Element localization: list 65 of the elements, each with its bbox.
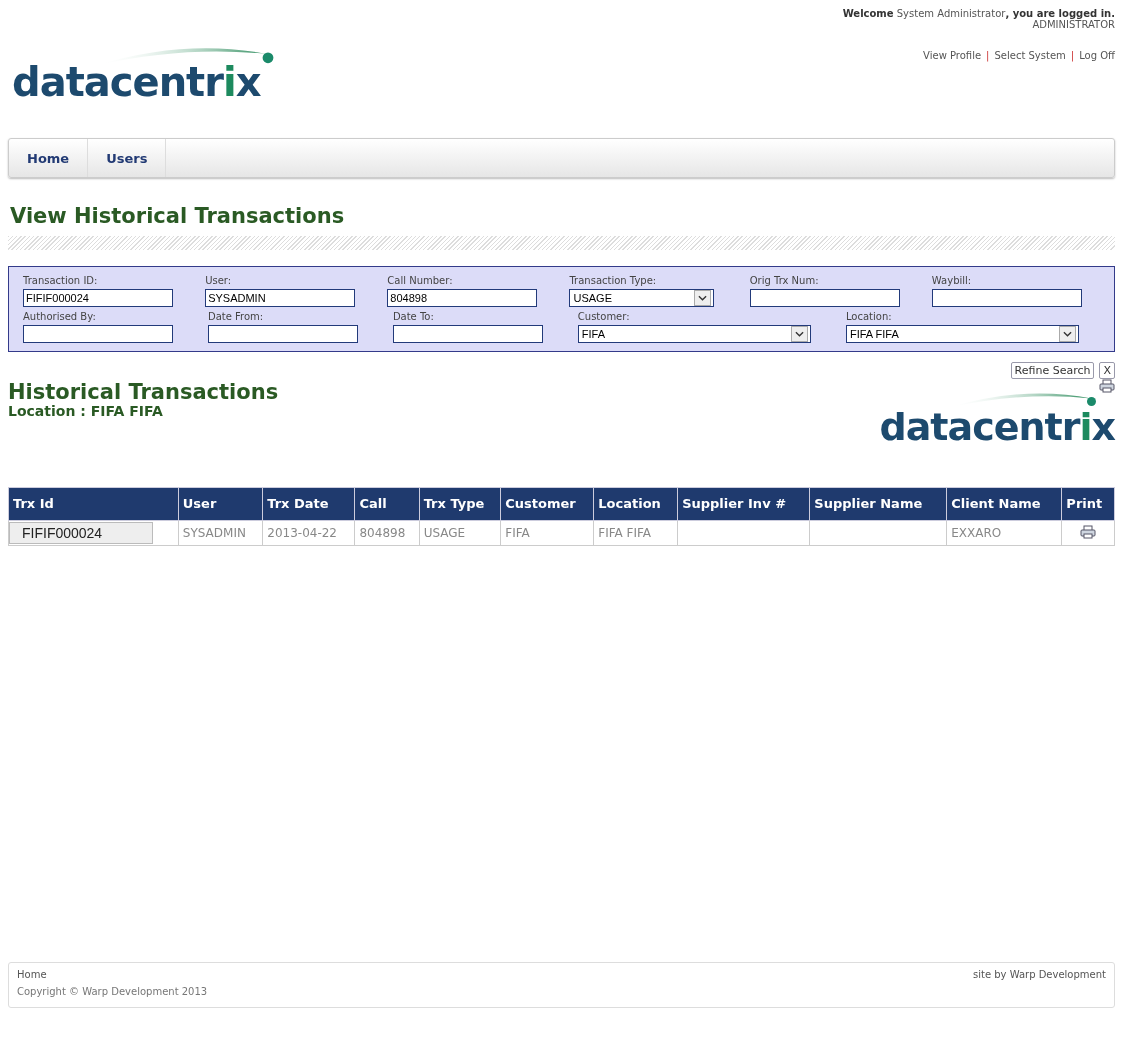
table-cell: EXXARO: [946, 520, 1062, 546]
field-label: Customer:: [577, 311, 631, 322]
table-cell: FIFA FIFA: [593, 520, 678, 546]
logo: datacentrix: [12, 60, 261, 104]
field-label: Orig Trx Num:: [749, 275, 820, 286]
caret-icon: [694, 290, 712, 306]
field-label: Date From:: [207, 311, 265, 322]
results-title: Historical Transactions: [8, 381, 279, 403]
table-cell: USAGE: [419, 520, 501, 546]
input-field[interactable]: FIFIF000024: [23, 289, 173, 307]
column-header: Customer: [500, 487, 594, 521]
print-icon[interactable]: [1080, 524, 1097, 539]
table-cell: 804898: [355, 520, 420, 546]
column-header: Trx Date: [262, 487, 355, 521]
column-header: User: [178, 487, 263, 521]
input-field[interactable]: SYSADMIN: [205, 289, 356, 307]
input-field[interactable]: [749, 289, 900, 307]
link-separator: |: [986, 50, 990, 61]
credit-text: site by Warp Development: [972, 969, 1106, 982]
field-label: Date To:: [392, 311, 435, 322]
input-field[interactable]: [931, 289, 1082, 307]
column-header: Client Name: [946, 487, 1062, 521]
field-label: Location:: [845, 311, 893, 322]
field-label: Waybill:: [931, 275, 973, 286]
header-link[interactable]: View Profile: [923, 50, 982, 61]
input-field[interactable]: 804898: [387, 289, 538, 307]
search-button[interactable]: X: [1099, 362, 1115, 379]
header-link[interactable]: Select System: [994, 50, 1066, 61]
input-field[interactable]: [207, 325, 358, 343]
dropdown[interactable]: FIFA FIFA: [845, 325, 1079, 343]
dropdown[interactable]: FIFA: [577, 325, 811, 343]
role-label: ADMINISTRATOR: [1032, 19, 1115, 30]
nav-item[interactable]: Home: [9, 139, 89, 177]
header-link[interactable]: Log Off: [1079, 50, 1115, 61]
print-icon[interactable]: [1099, 379, 1115, 393]
copyright-text: Copyright © Warp Development 2013: [17, 986, 208, 997]
caret-icon: [790, 326, 808, 342]
footer-link[interactable]: Home: [17, 969, 208, 980]
search-button[interactable]: Refine Search: [1010, 362, 1095, 379]
input-field[interactable]: [392, 325, 543, 343]
results-subtitle: Location : FIFA FIFA: [8, 403, 164, 419]
field-label: Authorised By:: [23, 311, 97, 322]
field-label: Transaction ID:: [23, 275, 99, 286]
table-cell: SYSADMIN: [178, 520, 263, 546]
field-label: User:: [205, 275, 233, 286]
field-label: Transaction Type:: [569, 275, 658, 286]
column-header: Trx Type: [419, 487, 501, 521]
column-header: Location: [593, 487, 678, 521]
link-separator: |: [1070, 50, 1075, 61]
column-header: Print: [1061, 487, 1115, 521]
field-label: Call Number:: [387, 275, 454, 286]
input-field[interactable]: [23, 325, 173, 343]
column-header: Call: [355, 487, 420, 521]
column-header: Supplier Inv #: [677, 487, 810, 521]
column-header: Supplier Name: [809, 487, 947, 521]
nav-item[interactable]: Users: [88, 139, 167, 177]
table-cell: 2013-04-22: [262, 520, 355, 546]
welcome-text: Welcome System Administrator, you are logged in.: [842, 8, 1115, 19]
logo: datacentrix: [879, 405, 1115, 449]
transaction-button[interactable]: FIFIF000024: [9, 522, 153, 544]
table-cell: FIFA: [500, 520, 594, 546]
page-title: View Historical Transactions: [10, 204, 346, 228]
dropdown[interactable]: USAGE: [569, 289, 715, 307]
caret-icon: [1058, 326, 1076, 342]
column-header: Trx Id: [8, 487, 179, 521]
